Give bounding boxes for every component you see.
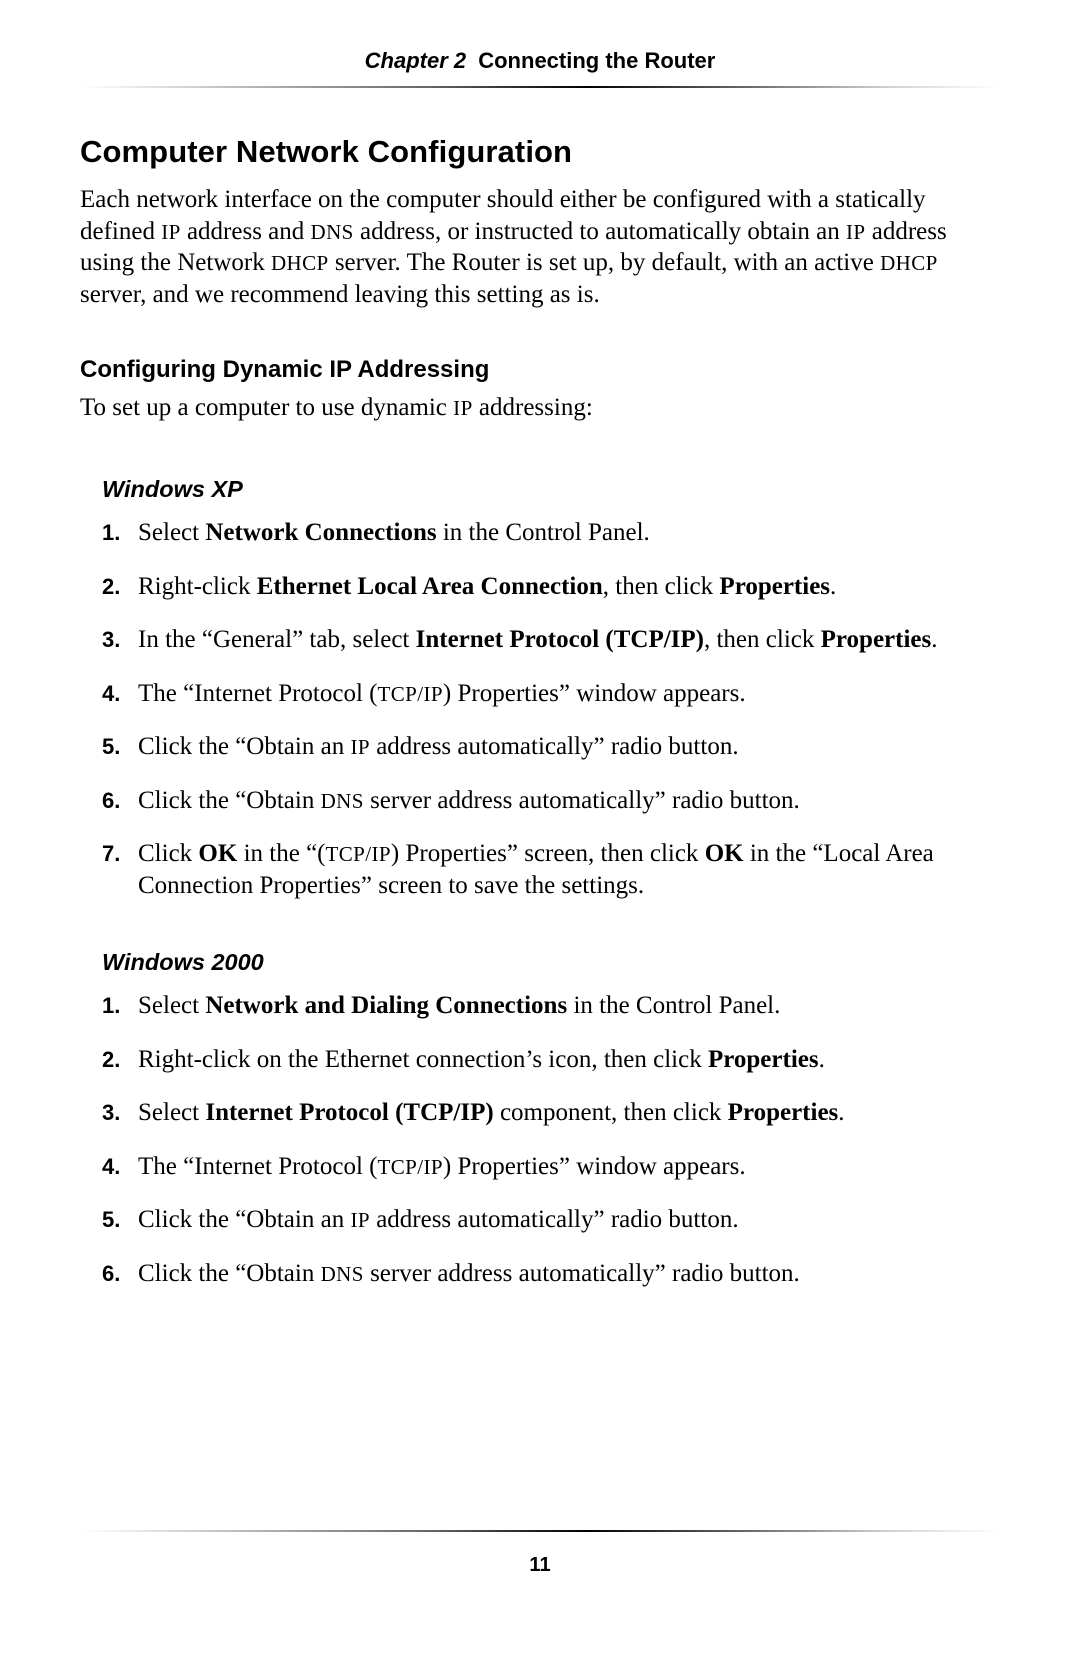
step-number: 2.: [102, 1044, 138, 1076]
section-heading: Computer Network Configuration: [80, 134, 1000, 170]
step-group-title: Windows 2000: [102, 949, 1000, 976]
step-text: Click the “Obtain an IP address automati…: [138, 1204, 739, 1236]
step-number: 5.: [102, 731, 138, 763]
step-item: 5.Click the “Obtain an IP address automa…: [102, 1204, 1000, 1236]
step-text: Select Internet Protocol (TCP/IP) compon…: [138, 1097, 845, 1129]
lead-paragraph: To set up a computer to use dynamic IP a…: [80, 394, 1000, 422]
page-number: 11: [0, 1554, 1080, 1577]
step-text: Select Network Connections in the Contro…: [138, 517, 650, 549]
step-text: Click the “Obtain an IP address automati…: [138, 731, 739, 763]
step-item: 1.Select Network and Dialing Connections…: [102, 990, 1000, 1022]
step-text: Select Network and Dialing Connections i…: [138, 990, 780, 1022]
step-number: 1.: [102, 990, 138, 1022]
document-page: Chapter 2 Connecting the Router Computer…: [0, 0, 1080, 1668]
step-number: 3.: [102, 1097, 138, 1129]
step-item: 4.The “Internet Protocol (TCP/IP) Proper…: [102, 1151, 1000, 1183]
step-text: In the “General” tab, select Internet Pr…: [138, 624, 937, 656]
step-item: 7.Click OK in the “(TCP/IP) Properties” …: [102, 838, 1000, 901]
step-item: 3.Select Internet Protocol (TCP/IP) comp…: [102, 1097, 1000, 1129]
step-number: 1.: [102, 517, 138, 549]
step-item: 2.Right-click Ethernet Local Area Connec…: [102, 571, 1000, 603]
step-item: 1.Select Network Connections in the Cont…: [102, 517, 1000, 549]
step-groups: Windows XP1.Select Network Connections i…: [80, 476, 1000, 1289]
step-text: Click the “Obtain DNS server address aut…: [138, 785, 800, 817]
step-item: 6.Click the “Obtain DNS server address a…: [102, 785, 1000, 817]
step-group-title: Windows XP: [102, 476, 1000, 503]
step-list: 1.Select Network Connections in the Cont…: [102, 517, 1000, 901]
step-text: Click OK in the “(TCP/IP) Properties” sc…: [138, 838, 1000, 901]
step-text: Click the “Obtain DNS server address aut…: [138, 1258, 800, 1290]
step-item: 2.Right-click on the Ethernet connection…: [102, 1044, 1000, 1076]
running-header: Chapter 2 Connecting the Router: [0, 48, 1080, 74]
chapter-title: Connecting the Router: [478, 48, 715, 73]
step-item: 6.Click the “Obtain DNS server address a…: [102, 1258, 1000, 1290]
step-item: 4.The “Internet Protocol (TCP/IP) Proper…: [102, 678, 1000, 710]
step-list: 1.Select Network and Dialing Connections…: [102, 990, 1000, 1289]
step-number: 5.: [102, 1204, 138, 1236]
step-item: 3.In the “General” tab, select Internet …: [102, 624, 1000, 656]
step-text: Right-click Ethernet Local Area Connecti…: [138, 571, 836, 603]
step-text: Right-click on the Ethernet connection’s…: [138, 1044, 825, 1076]
step-number: 7.: [102, 838, 138, 901]
page-content: Computer Network Configuration Each netw…: [80, 120, 1000, 1337]
step-text: The “Internet Protocol (TCP/IP) Properti…: [138, 678, 746, 710]
step-number: 4.: [102, 1151, 138, 1183]
footer-rule: [80, 1530, 1000, 1532]
step-text: The “Internet Protocol (TCP/IP) Properti…: [138, 1151, 746, 1183]
chapter-label: Chapter 2: [365, 48, 473, 73]
step-number: 3.: [102, 624, 138, 656]
intro-paragraph: Each network interface on the computer s…: [80, 184, 1000, 310]
step-number: 6.: [102, 785, 138, 817]
step-number: 6.: [102, 1258, 138, 1290]
step-number: 2.: [102, 571, 138, 603]
header-rule: [80, 86, 1000, 88]
subsection-heading: Configuring Dynamic IP Addressing: [80, 356, 1000, 384]
step-item: 5.Click the “Obtain an IP address automa…: [102, 731, 1000, 763]
step-number: 4.: [102, 678, 138, 710]
